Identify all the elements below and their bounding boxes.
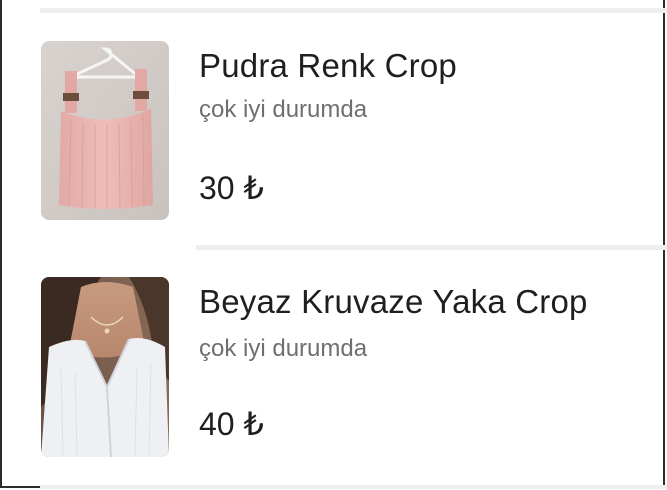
- pink-crop-top-image: [41, 41, 169, 220]
- product-image[interactable]: [41, 277, 169, 457]
- listing-price: 30 ₺: [199, 170, 264, 206]
- divider: [40, 485, 667, 489]
- white-crop-top-image: [41, 277, 169, 457]
- listing-condition: çok iyi durumda: [199, 335, 368, 362]
- list-item[interactable]: Beyaz Kruvaze Yaka Crop çok iyi durumda …: [0, 251, 665, 487]
- listing-title[interactable]: Pudra Renk Crop: [199, 47, 457, 85]
- divider: [40, 8, 667, 13]
- divider: [196, 245, 667, 250]
- product-image[interactable]: [41, 41, 169, 220]
- listing-price: 40 ₺: [199, 406, 264, 442]
- listing-condition: çok iyi durumda: [199, 96, 368, 123]
- listing-title[interactable]: Beyaz Kruvaze Yaka Crop: [199, 283, 588, 321]
- list-item[interactable]: Pudra Renk Crop çok iyi durumda 30 ₺: [0, 14, 665, 250]
